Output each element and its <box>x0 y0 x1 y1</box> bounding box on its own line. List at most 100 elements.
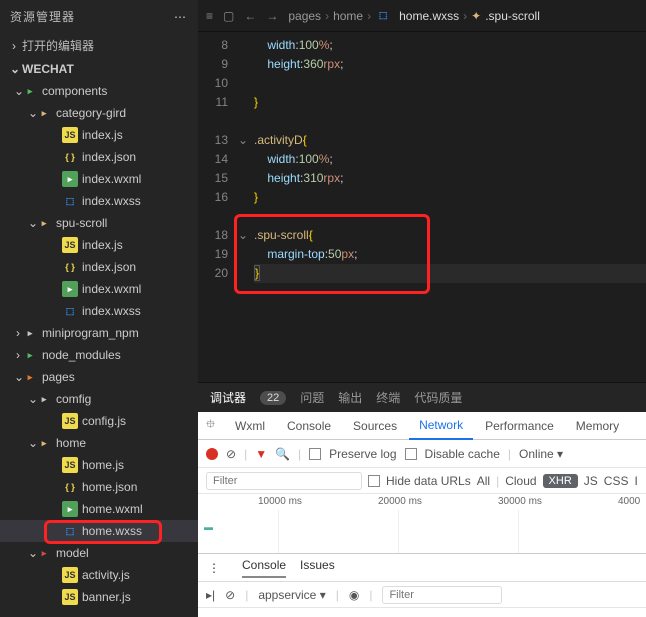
tab-quality[interactable]: 代码质量 <box>414 389 462 406</box>
more-icon[interactable]: ⋯ <box>174 10 188 24</box>
folder-icon: ▸ <box>36 391 52 407</box>
type-chip[interactable]: I <box>634 474 637 488</box>
folder-home[interactable]: ⌄▸home <box>0 432 198 454</box>
context-select[interactable]: appservice ▾ <box>258 588 325 602</box>
clear-console-icon[interactable]: ⊘ <box>225 588 235 602</box>
editor-topbar: ≡ ▢ ← → pages› home› ⬚home.wxss› ✦.spu-s… <box>198 0 646 32</box>
js-icon: JS <box>62 237 78 253</box>
js-icon: JS <box>62 567 78 583</box>
file-item-active[interactable]: ⬚home.wxss <box>0 520 198 542</box>
dt-tab[interactable]: Console <box>277 413 341 439</box>
dt-tab-active[interactable]: Network <box>409 412 473 440</box>
checkbox[interactable] <box>309 448 321 460</box>
record-icon[interactable] <box>206 448 218 460</box>
request-bar[interactable]: ▬ <box>204 522 213 532</box>
line-gutter: 891011 13141516 181920 <box>198 32 238 382</box>
project-root[interactable]: ⌄WECHAT <box>0 58 198 80</box>
checkbox[interactable] <box>368 475 380 487</box>
folder-icon: ▸ <box>22 83 38 99</box>
forward-icon[interactable]: → <box>266 9 278 23</box>
drawer-menu-icon[interactable]: ⋮ <box>198 561 230 575</box>
back-icon[interactable]: ← <box>244 9 256 23</box>
drawer-tab-console[interactable]: Console <box>242 558 286 578</box>
eye-icon[interactable]: ◉ <box>349 588 359 602</box>
console-filter[interactable] <box>382 586 502 604</box>
folder-icon: ▸ <box>22 347 38 363</box>
network-waterfall[interactable]: 10000 ms 20000 ms 30000 ms 4000 ▬ <box>198 494 646 554</box>
type-chip[interactable]: CSS <box>604 474 629 488</box>
file-item[interactable]: { }home.json <box>0 476 198 498</box>
folder-model[interactable]: ⌄▸model <box>0 542 198 564</box>
js-icon: JS <box>62 413 78 429</box>
file-item[interactable]: { }index.json <box>0 256 198 278</box>
tab-output[interactable]: 输出 <box>338 389 362 406</box>
dt-tab[interactable]: Sources <box>343 413 407 439</box>
wxss-icon: ⬚ <box>62 193 78 209</box>
file-item[interactable]: ⬚index.wxss <box>0 300 198 322</box>
throttle-select[interactable]: Online ▾ <box>519 447 563 461</box>
folder-spu-scroll[interactable]: ⌄▸spu-scroll <box>0 212 198 234</box>
json-icon: { } <box>62 479 78 495</box>
filter-icon[interactable]: ▼ <box>255 447 267 461</box>
file-item[interactable]: JSactivity.js <box>0 564 198 586</box>
file-item[interactable]: JShome.js <box>0 454 198 476</box>
json-icon: { } <box>62 259 78 275</box>
wxml-icon: ▸ <box>62 501 78 517</box>
file-item[interactable]: ⬚index.wxss <box>0 190 198 212</box>
bookmark-icon[interactable]: ▢ <box>223 9 234 23</box>
file-tree: ⌄▸components ⌄▸category-gird JSindex.js … <box>0 80 198 617</box>
type-chip-active[interactable]: XHR <box>543 474 578 488</box>
folder-icon: ▸ <box>36 435 52 451</box>
filter-input[interactable] <box>206 472 362 490</box>
clear-icon[interactable]: ⊘ <box>226 447 236 461</box>
file-item[interactable]: ▸index.wxml <box>0 168 198 190</box>
dt-tab[interactable]: Performance <box>475 413 564 439</box>
type-chip[interactable]: Cloud <box>505 474 536 488</box>
file-item[interactable]: ▸index.wxml <box>0 278 198 300</box>
explorer-header: 资源管理器 ⋯ <box>0 0 198 33</box>
folder-miniprogram[interactable]: ›▸miniprogram_npm <box>0 322 198 344</box>
folder-comfig[interactable]: ⌄▸comfig <box>0 388 198 410</box>
folder-icon: ▸ <box>36 215 52 231</box>
devtools-panel: ⯐ Wxml Console Sources Network Performan… <box>198 412 646 617</box>
drawer-tab-issues[interactable]: Issues <box>300 558 335 578</box>
debugger-tabs: 调试器 22 问题 输出 终端 代码质量 <box>198 382 646 412</box>
code-editor[interactable]: 891011 13141516 181920 ⌄ ⌄ width:100%; h… <box>198 32 646 382</box>
folder-category-gird[interactable]: ⌄▸category-gird <box>0 102 198 124</box>
opened-editors[interactable]: ›打开的编辑器 <box>0 33 198 58</box>
checkbox[interactable] <box>405 448 417 460</box>
folder-pages[interactable]: ⌄▸pages <box>0 366 198 388</box>
folder-components[interactable]: ⌄▸components <box>0 80 198 102</box>
dt-tab[interactable]: Wxml <box>225 413 275 439</box>
fold-column[interactable]: ⌄ ⌄ <box>238 32 254 382</box>
file-item[interactable]: JSbanner.js <box>0 586 198 608</box>
console-sidebar-icon[interactable]: ▸| <box>206 588 215 602</box>
wxss-icon: ⬚ <box>62 523 78 539</box>
dt-tab[interactable]: Memory <box>566 413 629 439</box>
tab-debugger[interactable]: 调试器 <box>210 389 246 406</box>
file-item[interactable]: { }index.json <box>0 146 198 168</box>
wxss-icon: ⬚ <box>62 303 78 319</box>
search-icon[interactable]: 🔍 <box>275 447 290 461</box>
tab-terminal[interactable]: 终端 <box>376 389 400 406</box>
tab-problems[interactable]: 问题 <box>300 389 324 406</box>
menu-icon[interactable]: ≡ <box>206 9 213 23</box>
file-item[interactable]: ▸home.wxml <box>0 498 198 520</box>
breadcrumb[interactable]: pages› home› ⬚home.wxss› ✦.spu-scroll <box>288 8 540 24</box>
code-body[interactable]: width:100%; height:360rpx; } .activityD{… <box>254 32 646 382</box>
type-chip[interactable]: JS <box>584 474 598 488</box>
js-icon: JS <box>62 127 78 143</box>
file-item[interactable]: JSconfig.js <box>0 410 198 432</box>
js-icon: JS <box>62 457 78 473</box>
type-chip[interactable]: All <box>477 474 490 488</box>
folder-icon: ▸ <box>36 545 52 561</box>
folder-icon: ▸ <box>22 369 38 385</box>
json-icon: { } <box>62 149 78 165</box>
folder-icon: ▸ <box>22 325 38 341</box>
inspect-icon[interactable]: ⯐ <box>198 415 223 436</box>
file-item[interactable]: JSindex.js <box>0 234 198 256</box>
file-item[interactable]: JSindex.js <box>0 124 198 146</box>
debugger-count: 22 <box>260 391 286 405</box>
folder-node-modules[interactable]: ›▸node_modules <box>0 344 198 366</box>
folder-icon: ▸ <box>36 105 52 121</box>
